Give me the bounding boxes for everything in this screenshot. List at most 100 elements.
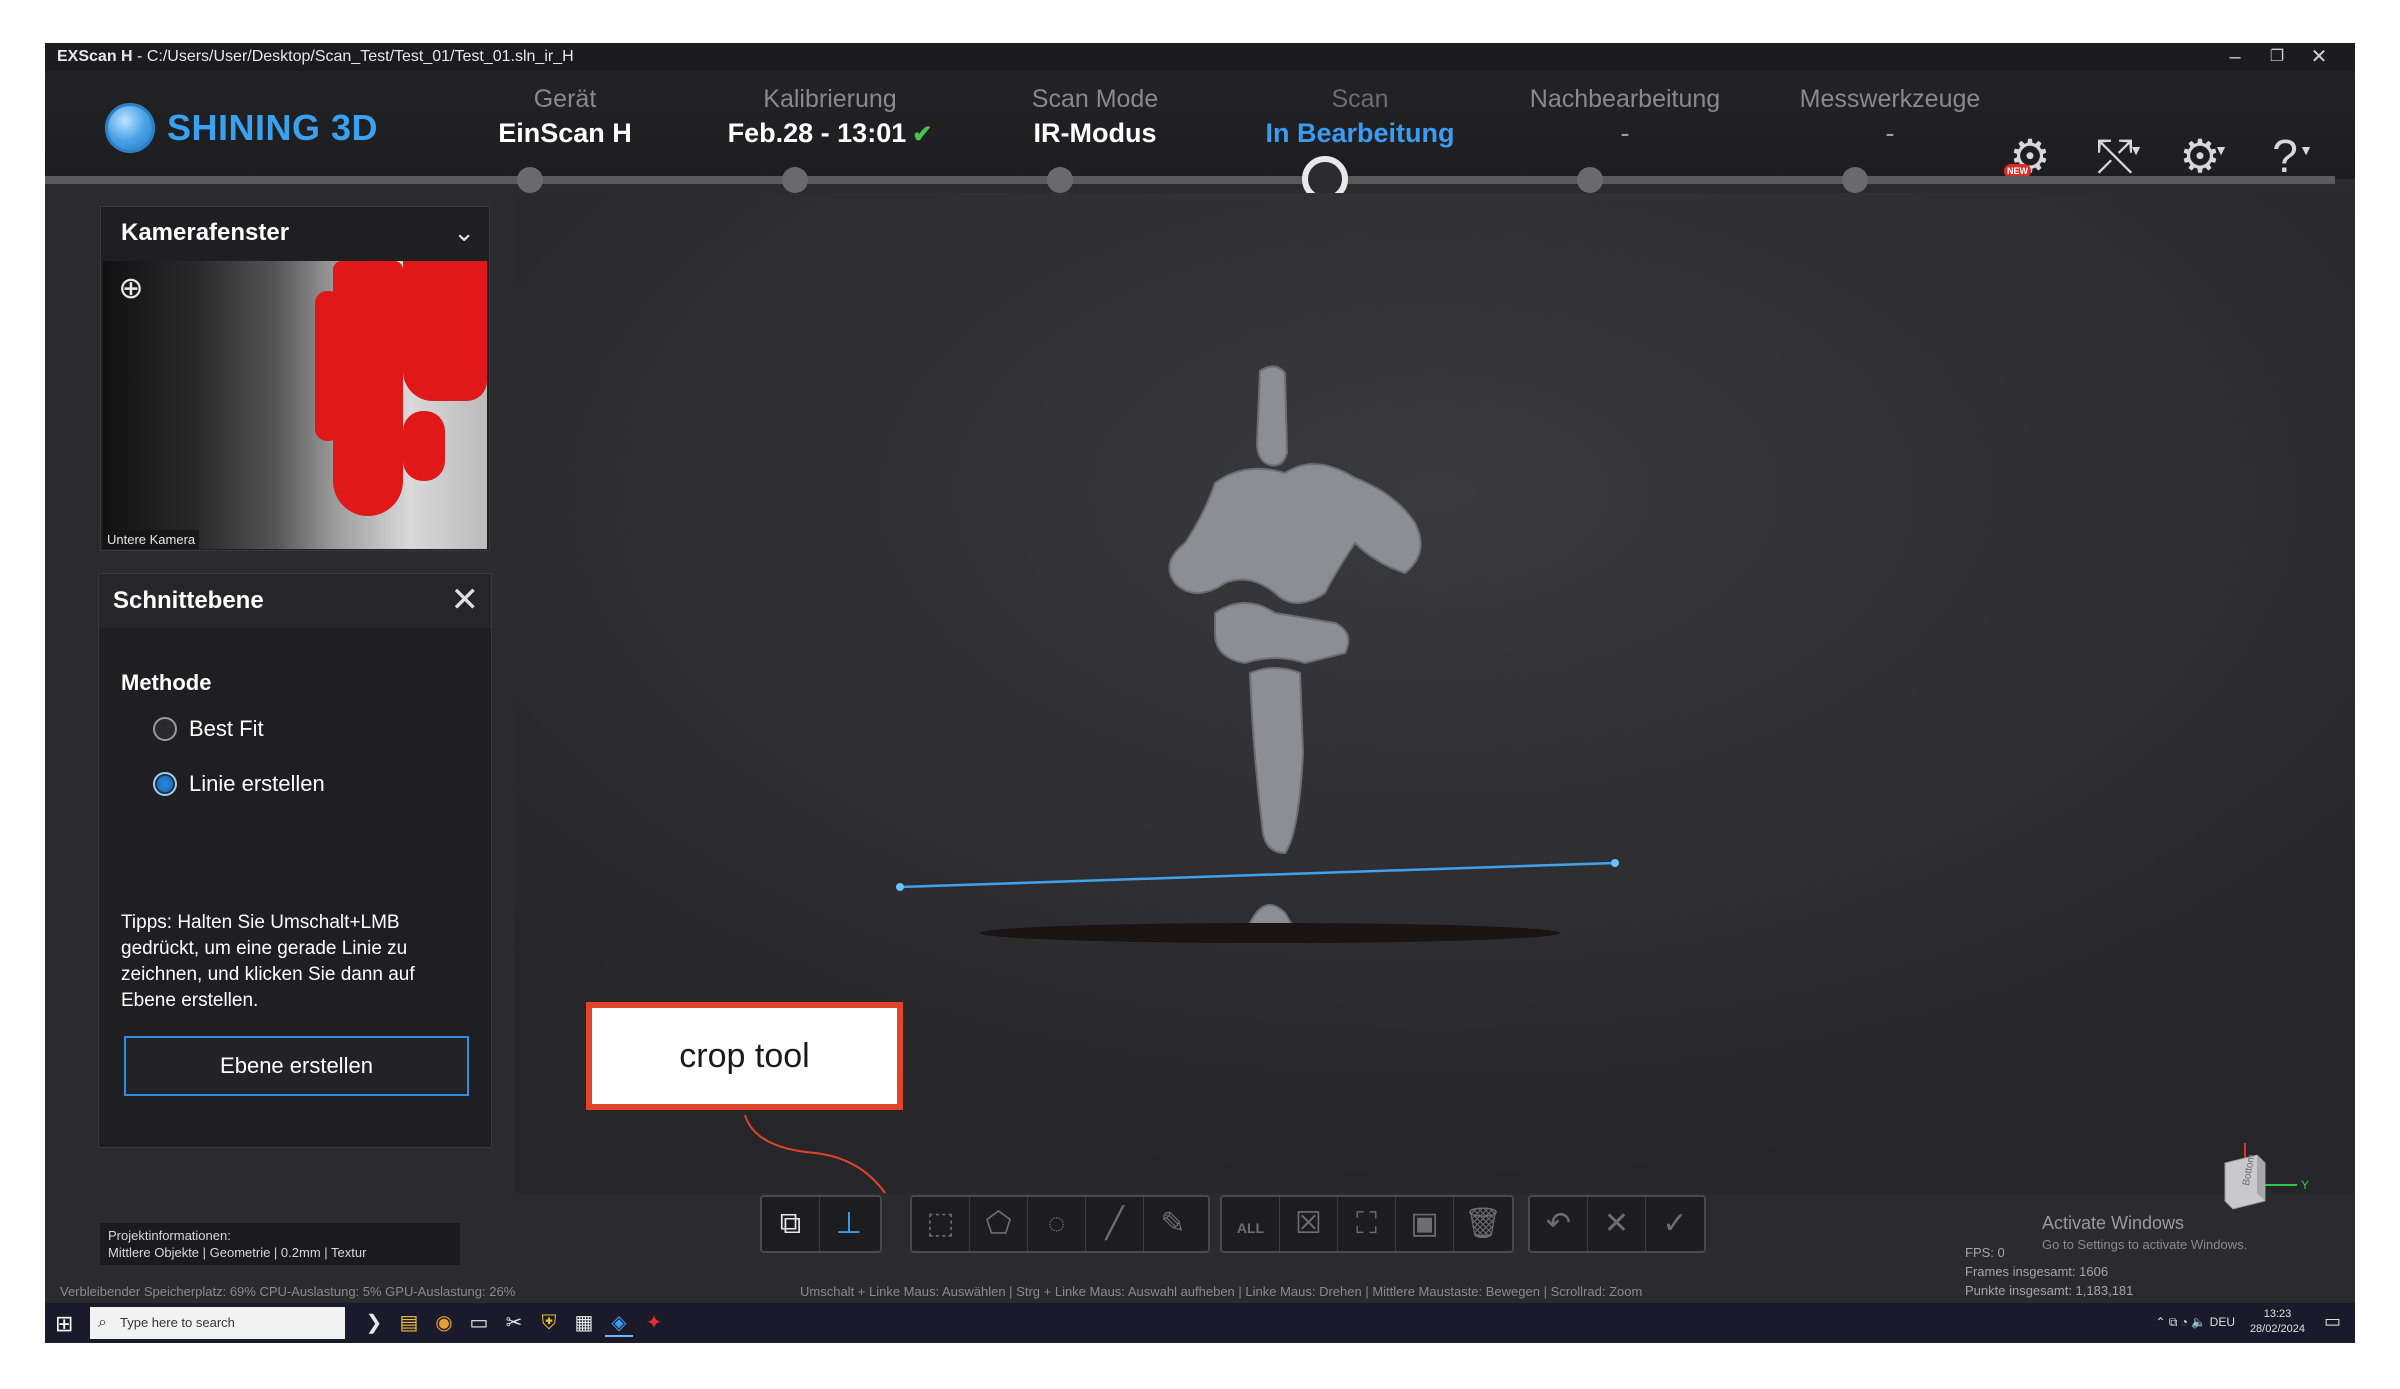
toolbar-group-view: ⧉ ⊥ [760,1195,882,1253]
radio-label: Best Fit [189,716,264,741]
windows-start-icon[interactable]: ⊞ [55,1311,73,1337]
step-nachbearbeitung[interactable]: Nachbearbeitung - [1505,85,1745,149]
step-value: IR-Modus [1033,118,1157,148]
app-grid-icon[interactable]: ▦ [570,1309,598,1337]
cancel-icon[interactable]: ✕ [1588,1197,1646,1251]
search-placeholder: Type here to search [120,1315,235,1330]
connected-select-icon[interactable]: ▣ [1396,1197,1454,1251]
activate-windows-subtitle: Go to Settings to activate Windows. [2042,1237,2248,1252]
cut-line-start-point [896,883,904,891]
step-value: In Bearbeitung [1265,118,1455,148]
taskbar-clock[interactable]: 13:23 28/02/2024 [2250,1307,2305,1337]
section-plane-title: Schnittebene [99,574,491,628]
close-icon[interactable]: ✕ [451,580,480,620]
camera-panel: Kamerafenster ⌄ ⊕ Untere Kamera [100,206,490,551]
workflow-progress-line [45,176,2335,184]
clock-date: 28/02/2024 [2249,1323,2305,1335]
app-window: EXScan H - C:/Users/User/Desktop/Scan_Te… [45,43,2355,1343]
activate-windows-title: Activate Windows [2042,1213,2185,1233]
ir-highlight [403,411,445,481]
section-plane-panel: Schnittebene ✕ Methode Best Fit Linie er… [98,573,492,1148]
tips-text: Tipps: Halten Sie Umschalt+LMB gedrückt,… [121,912,415,1011]
step-dot[interactable] [782,167,808,193]
resource-status: Verbleibender Speicherplatz: 69% CPU-Aus… [60,1284,516,1299]
line-select-icon[interactable]: ╱ [1086,1197,1144,1251]
step-label: Gerät [533,85,597,113]
restore-icon[interactable]: ❐ [2257,43,2297,71]
title-bar: EXScan H - C:/Users/User/Desktop/Scan_Te… [45,43,2355,71]
terminal-icon[interactable]: ▭ [465,1309,493,1337]
base-shadow [980,923,1560,943]
chrome-icon[interactable]: ◉ [430,1309,458,1337]
snip-icon[interactable]: ✂ [500,1309,528,1337]
frames-total: Frames insgesamt: 1606 [1965,1264,2109,1279]
radio-circle[interactable] [153,717,177,741]
navigation-cube[interactable]: Bottom Y [2217,1133,2309,1233]
select-all-label: ALL [1236,1220,1265,1236]
deselect-icon[interactable]: ☒ [1280,1197,1338,1251]
logo-ball-icon [105,103,155,153]
lasso-select-icon[interactable]: ◌ [1028,1197,1086,1251]
ir-highlight [315,291,341,441]
step-dot[interactable] [1842,167,1868,193]
step-scan[interactable]: Scan In Bearbeitung [1240,85,1480,149]
check-icon: ✔ [912,121,933,148]
rect-select-icon[interactable]: ⬚ [912,1197,970,1251]
method-label: Methode [121,670,212,695]
invert-select-icon[interactable]: ⛶ [1338,1197,1396,1251]
crop-plane-icon[interactable]: ⊥ [820,1197,878,1251]
undo-icon[interactable]: ↶ [1530,1197,1588,1251]
exscan-icon[interactable]: ◈ [605,1309,633,1337]
confirm-icon[interactable]: ✓ [1646,1197,1704,1251]
notification-icon[interactable]: ▭ [2324,1311,2341,1332]
powershell-icon[interactable]: ❯ [360,1309,388,1337]
mouse-hints: Umschalt + Linke Maus: Auswählen | Strg … [800,1284,1643,1299]
polygon-select-icon[interactable]: ⬠ [970,1197,1028,1251]
step-dot[interactable] [1047,167,1073,193]
file-explorer-icon[interactable]: ▤ [395,1309,423,1337]
shield-icon[interactable]: ⛨ [535,1309,563,1337]
project-info-title: Projektinformationen: [108,1228,231,1243]
view-box-icon[interactable]: ⧉ [762,1197,820,1251]
cut-line-end-point [1611,859,1619,867]
close-window-icon[interactable]: ✕ [2299,43,2339,71]
create-plane-button[interactable]: Ebene erstellen [124,1036,469,1096]
delete-icon[interactable]: 🗑 [1454,1197,1512,1251]
radio-circle-selected[interactable] [153,772,177,796]
search-icon: ⌕ [98,1314,107,1331]
step-label: Kalibrierung [763,85,897,113]
step-scan-mode[interactable]: Scan Mode IR-Modus [975,85,1215,149]
radio-best-fit[interactable]: Best Fit [153,716,264,742]
chevron-down-icon[interactable]: ⌄ [453,217,475,248]
step-geraet[interactable]: Gerät EinScan H [445,85,685,149]
radio-linie-erstellen[interactable]: Linie erstellen [153,771,325,797]
step-kalibrierung[interactable]: Kalibrierung Feb.28 - 13:01 ✔ [710,85,950,149]
pin-app-icon[interactable]: ✦ [640,1309,668,1337]
navcube-axis-y: Y [2301,1178,2309,1192]
step-messwerkzeuge[interactable]: Messwerkzeuge - [1770,85,2010,149]
step-label: Messwerkzeuge [1799,85,1981,113]
toolbar-group-confirm: ↶ ✕ ✓ [1528,1195,1706,1253]
toolbar-group-select: ⬚ ⬠ ◌ ╱ ✎ [910,1195,1210,1253]
zoom-in-icon[interactable]: ⊕ [111,269,151,309]
toolbar-group-edit: ALL ☒ ⛶ ▣ 🗑 [1220,1195,1514,1253]
workflow-header: SHINING 3D Gerät EinScan H Kalibrierung … [45,71,2355,182]
minimize-icon[interactable]: – [2215,43,2255,71]
keyboard-language[interactable]: DEU [2210,1315,2235,1329]
caret-down-icon: ▼ [2299,142,2313,158]
points-total: Punkte insgesamt: 1,183,181 [1965,1283,2134,1298]
file-path: - C:/Users/User/Desktop/Scan_Test/Test_0… [132,48,574,65]
step-value: EinScan H [498,118,632,148]
select-all-icon[interactable]: ALL [1222,1197,1280,1251]
brush-select-icon[interactable]: ✎ [1144,1197,1202,1251]
step-value: Feb.28 - 13:01 [727,118,907,148]
tray-icons[interactable]: ⌃ ⧉ ◔ 🔈 [2156,1315,2210,1329]
step-dot[interactable] [1577,167,1603,193]
taskbar-search[interactable]: ⌕ Type here to search [90,1307,345,1339]
step-value-row: Feb.28 - 13:01 ✔ [710,118,950,149]
camera-preview: ⊕ Untere Kamera [103,261,487,549]
step-dot[interactable] [517,167,543,193]
step-label: Nachbearbeitung [1529,85,1721,113]
project-info-details: Mittlere Objekte | Geometrie | 0.2mm | T… [108,1245,367,1260]
system-tray[interactable]: ⌃ ⧉ ◔ 🔈 DEU [2156,1315,2236,1330]
